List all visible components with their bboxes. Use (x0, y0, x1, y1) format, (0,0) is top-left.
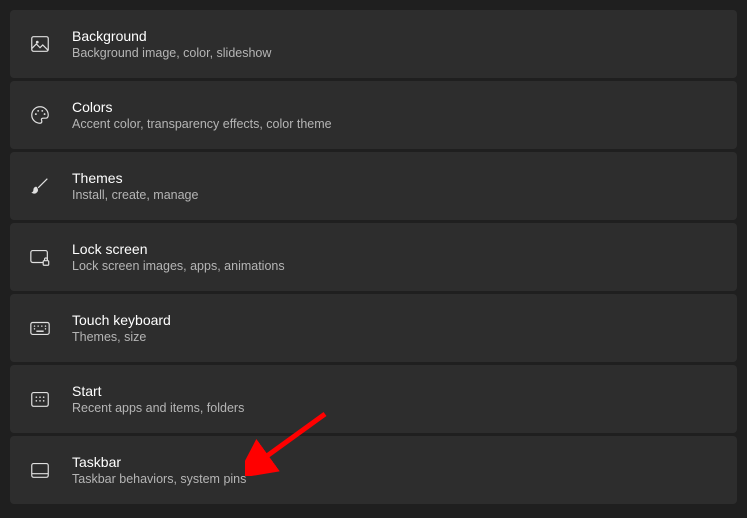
settings-item-text: Themes Install, create, manage (72, 170, 198, 202)
settings-item-lockscreen[interactable]: Lock screen Lock screen images, apps, an… (10, 223, 737, 291)
settings-item-title: Themes (72, 170, 198, 186)
settings-item-subtitle: Accent color, transparency effects, colo… (72, 117, 332, 131)
settings-item-title: Colors (72, 99, 332, 115)
personalization-settings-list: Background Background image, color, slid… (0, 10, 747, 504)
image-icon (28, 32, 52, 56)
settings-item-background[interactable]: Background Background image, color, slid… (10, 10, 737, 78)
settings-item-title: Lock screen (72, 241, 285, 257)
settings-item-colors[interactable]: Colors Accent color, transparency effect… (10, 81, 737, 149)
settings-item-taskbar[interactable]: Taskbar Taskbar behaviors, system pins (10, 436, 737, 504)
settings-item-text: Colors Accent color, transparency effect… (72, 99, 332, 131)
settings-item-text: Start Recent apps and items, folders (72, 383, 244, 415)
settings-item-title: Taskbar (72, 454, 246, 470)
settings-item-text: Background Background image, color, slid… (72, 28, 271, 60)
settings-item-title: Start (72, 383, 244, 399)
settings-item-title: Background (72, 28, 271, 44)
taskbar-icon (28, 458, 52, 482)
settings-item-subtitle: Themes, size (72, 330, 171, 344)
keyboard-icon (28, 316, 52, 340)
lock-screen-icon (28, 245, 52, 269)
settings-item-start[interactable]: Start Recent apps and items, folders (10, 365, 737, 433)
settings-item-subtitle: Taskbar behaviors, system pins (72, 472, 246, 486)
settings-item-text: Lock screen Lock screen images, apps, an… (72, 241, 285, 273)
settings-item-touchkeyboard[interactable]: Touch keyboard Themes, size (10, 294, 737, 362)
settings-item-themes[interactable]: Themes Install, create, manage (10, 152, 737, 220)
settings-item-subtitle: Recent apps and items, folders (72, 401, 244, 415)
start-grid-icon (28, 387, 52, 411)
settings-item-text: Touch keyboard Themes, size (72, 312, 171, 344)
settings-item-title: Touch keyboard (72, 312, 171, 328)
settings-item-subtitle: Install, create, manage (72, 188, 198, 202)
palette-icon (28, 103, 52, 127)
brush-icon (28, 174, 52, 198)
settings-item-subtitle: Background image, color, slideshow (72, 46, 271, 60)
settings-item-text: Taskbar Taskbar behaviors, system pins (72, 454, 246, 486)
settings-item-subtitle: Lock screen images, apps, animations (72, 259, 285, 273)
